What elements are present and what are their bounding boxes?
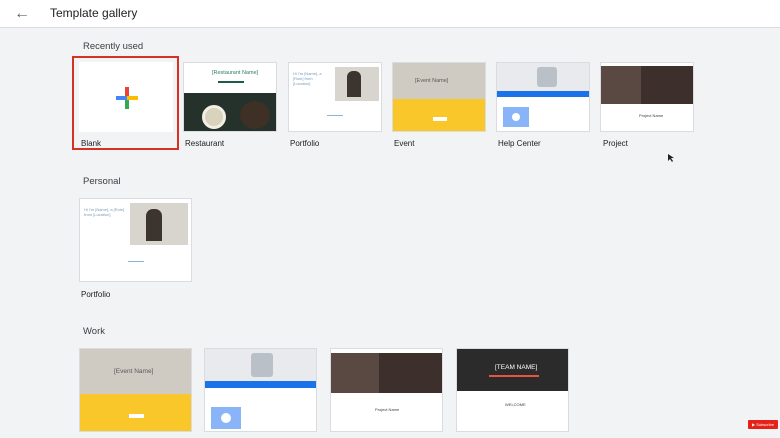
template-restaurant[interactable]: [Restaurant Name] — [183, 62, 277, 132]
template-personal-portfolio[interactable]: Hi I'm [Name], a [Role] from [Location] — [79, 198, 192, 282]
template-project[interactable]: Project Name — [600, 62, 694, 132]
template-label-blank: Blank — [81, 139, 102, 148]
plus-icon — [116, 87, 138, 109]
section-personal: Personal — [83, 176, 121, 187]
template-work-event[interactable]: [Event Name] — [79, 348, 192, 432]
template-label-help-center: Help Center — [498, 139, 541, 148]
template-work-project[interactable]: Project Name — [330, 348, 443, 432]
section-recently-used: Recently used — [83, 41, 144, 52]
personal-portfolio-thumb-heading: Hi I'm [Name], a [Role] from [Location] — [84, 207, 125, 217]
restaurant-thumb-title: [Restaurant Name] — [212, 70, 259, 76]
event-thumb-title: [Event Name] — [415, 78, 449, 84]
subscribe-badge[interactable]: ▶ Subscribe — [748, 420, 778, 429]
template-work-team[interactable]: [TEAM NAME] WELCOME — [456, 348, 569, 432]
template-label-portfolio: Portfolio — [290, 139, 320, 148]
section-work: Work — [83, 326, 105, 337]
template-help-center[interactable] — [496, 62, 590, 132]
back-arrow-icon[interactable]: ← — [12, 4, 32, 24]
project-thumb-name: Project Name — [639, 113, 664, 118]
template-label-personal-portfolio: Portfolio — [81, 290, 111, 299]
work-event-thumb-title: [Event Name] — [114, 368, 154, 375]
team-thumb-welcome: WELCOME — [505, 402, 526, 407]
portfolio-thumb-heading: Hi I'm [Name], a [Role] from [Location] — [293, 71, 322, 86]
top-bar: ← Template gallery — [0, 0, 780, 28]
template-label-project: Project — [603, 139, 628, 148]
template-work-help-center[interactable] — [204, 348, 317, 432]
mouse-cursor-icon — [668, 154, 674, 162]
page-title: Template gallery — [50, 6, 138, 20]
template-event[interactable]: [Event Name] — [392, 62, 486, 132]
work-project-thumb-name: Project Name — [375, 407, 400, 412]
team-thumb-title: [TEAM NAME] — [495, 364, 538, 371]
template-portfolio[interactable]: Hi I'm [Name], a [Role] from [Location] — [288, 62, 382, 132]
template-label-event: Event — [394, 139, 415, 148]
template-label-restaurant: Restaurant — [185, 139, 225, 148]
